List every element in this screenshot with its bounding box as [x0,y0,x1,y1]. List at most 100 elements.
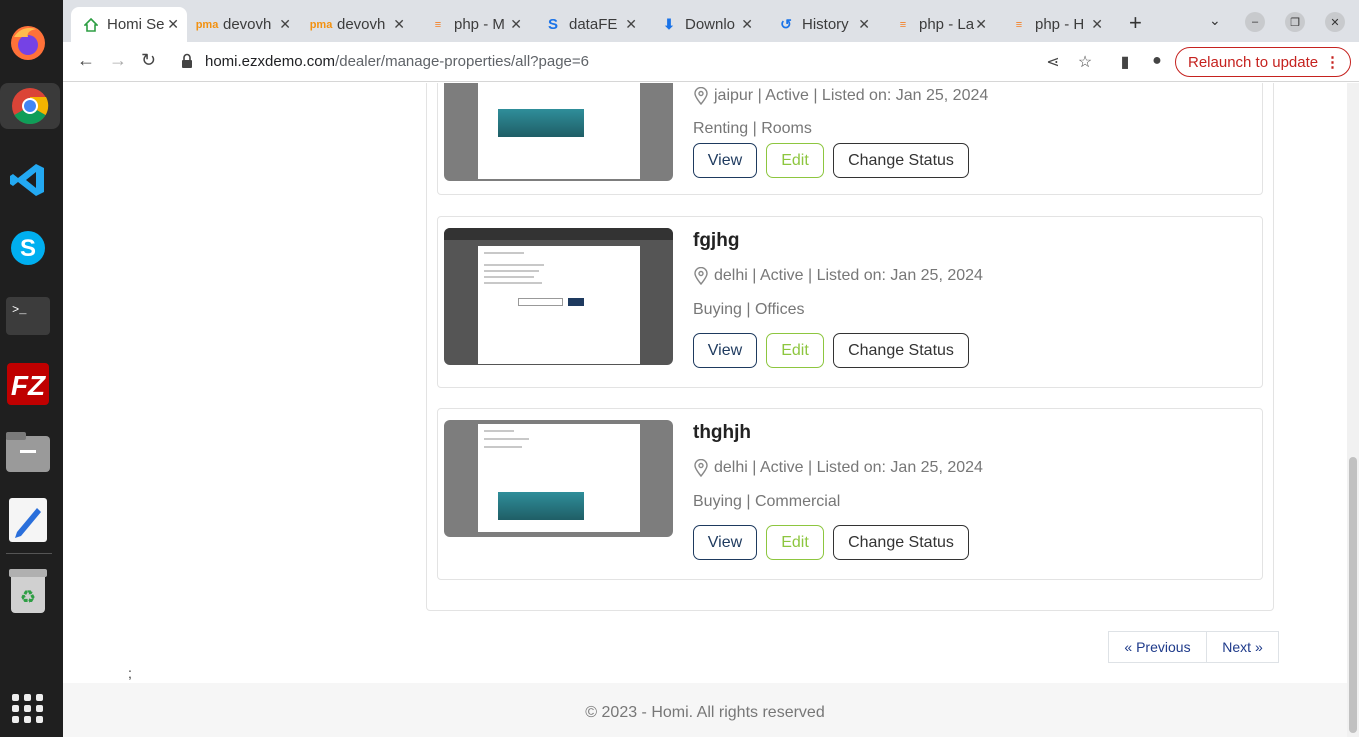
more-icon[interactable]: ⋮ [1325,53,1340,71]
text-editor-icon[interactable] [5,497,51,543]
download-icon: ⬇ [663,16,675,32]
side-panel-icon[interactable]: ▮ [1115,52,1135,72]
close-icon[interactable]: ✕ [393,16,405,33]
tab-title: dataFE [569,16,618,33]
property-thumbnail[interactable] [444,228,673,365]
tab-title: php - La [919,16,975,33]
files-icon[interactable] [5,429,51,475]
svg-text:S: S [20,235,36,262]
property-type: Buying | Commercial [693,493,841,510]
relaunch-button[interactable]: Relaunch to update ⋮ [1175,47,1351,77]
property-type: Buying | Offices [693,301,805,318]
edit-button[interactable]: Edit [766,143,824,178]
tab-devovh-1[interactable]: pma devovh ✕ [187,7,299,42]
location-pin-icon [694,87,708,105]
lock-icon[interactable] [181,53,193,69]
filezilla-icon[interactable]: FZ [5,361,51,407]
minimize-icon[interactable]: – [1245,12,1265,32]
address-bar[interactable]: homi.ezxdemo.com/dealer/manage-propertie… [205,53,589,70]
property-title[interactable]: thghjh [693,422,751,444]
profile-icon[interactable]: ● [1147,52,1167,72]
edit-button[interactable]: Edit [766,525,824,560]
forward-icon[interactable]: → [109,50,127,71]
tab-history[interactable]: ↺ History ✕ [766,7,878,42]
tab-title: devovh [337,16,386,33]
stackoverflow-icon: ≡ [1015,18,1023,31]
s-icon: S [547,16,558,33]
svg-text:♻: ♻ [20,587,36,607]
change-status-button[interactable]: Change Status [833,333,969,368]
browser-tab-strip: Homi Se ✕ pma devovh ✕ pma devovh ✕ ≡ ph… [63,0,1359,42]
stray-text: ; [128,665,132,681]
new-tab-button[interactable]: + [1129,10,1142,36]
reload-icon[interactable]: ↻ [141,50,156,71]
next-page-link[interactable]: Next » [1206,631,1279,663]
tab-downloads[interactable]: ⬇ Downlo ✕ [649,7,761,42]
tab-title: php - H [1035,16,1085,33]
dock-separator [6,553,52,554]
property-title[interactable]: fgjhg [693,230,739,252]
close-icon[interactable]: ✕ [975,16,987,33]
close-icon[interactable]: ✕ [625,16,637,33]
location-pin-icon [694,459,708,477]
stackoverflow-icon: ≡ [434,18,442,31]
tab-title: History [802,16,849,33]
close-icon[interactable]: ✕ [741,16,753,33]
view-button[interactable]: View [693,143,757,178]
chrome-icon[interactable] [0,83,60,129]
tab-php-1[interactable]: ≡ php - M ✕ [418,7,530,42]
chevron-down-icon[interactable]: ⌄ [1209,12,1221,29]
tab-datafe[interactable]: S dataFE ✕ [533,7,645,42]
scrollbar-thumb[interactable] [1349,457,1357,733]
tab-title: devovh [223,16,272,33]
property-thumbnail[interactable] [444,420,673,537]
edit-button[interactable]: Edit [766,333,824,368]
close-icon[interactable]: ✕ [167,16,179,33]
tab-homi[interactable]: Homi Se ✕ [71,7,187,42]
vscode-icon[interactable] [5,157,51,203]
property-meta-text: delhi | Active | Listed on: Jan 25, 2024 [714,267,983,284]
home-icon [83,17,99,33]
back-icon[interactable]: ← [77,50,95,71]
change-status-button[interactable]: Change Status [833,525,969,560]
restore-icon[interactable]: ❐ [1285,12,1305,32]
star-icon[interactable]: ☆ [1075,52,1095,72]
previous-page-link[interactable]: « Previous [1108,631,1207,663]
skype-icon[interactable]: S [5,225,51,271]
page-viewport: jaipur | Active | Listed on: Jan 25, 202… [63,83,1347,737]
close-icon[interactable]: ✕ [1091,16,1103,33]
view-button[interactable]: View [693,333,757,368]
close-window-icon[interactable]: ✕ [1325,12,1345,32]
tab-title: Homi Se [107,16,165,33]
share-icon[interactable]: ⋖ [1043,52,1063,72]
trash-icon[interactable]: ♻ [5,568,51,614]
tab-title: php - M [454,16,505,33]
close-icon[interactable]: ✕ [510,16,522,33]
relaunch-label: Relaunch to update [1188,53,1319,71]
svg-text:FZ: FZ [11,370,46,401]
change-status-button[interactable]: Change Status [833,143,969,178]
property-meta-text: delhi | Active | Listed on: Jan 25, 2024 [714,459,983,476]
property-meta: delhi | Active | Listed on: Jan 25, 2024 [693,459,983,477]
view-button[interactable]: View [693,525,757,560]
terminal-icon[interactable]: >_ [5,293,51,339]
close-icon[interactable]: ✕ [858,16,870,33]
tab-php-2[interactable]: ≡ php - La ✕ [883,7,995,42]
location-pin-icon [694,267,708,285]
property-thumbnail[interactable] [444,83,673,181]
ubuntu-dock: S >_ FZ ♻ [0,0,63,737]
browser-toolbar: ← → ↻ homi.ezxdemo.com/dealer/manage-pro… [63,42,1359,82]
tab-devovh-2[interactable]: pma devovh ✕ [301,7,413,42]
page-scrollbar[interactable] [1347,83,1359,737]
close-icon[interactable]: ✕ [279,16,291,33]
stackoverflow-icon: ≡ [899,18,907,31]
history-icon: ↺ [780,16,792,32]
url-path: /dealer/manage-properties/all?page=6 [335,53,589,70]
page-footer: © 2023 - Homi. All rights reserved [63,683,1347,737]
svg-text:>_: >_ [12,303,27,317]
footer-copyright: © 2023 - Homi. All rights reserved [585,704,825,721]
show-applications-icon[interactable] [10,690,46,726]
tab-php-3[interactable]: ≡ php - H ✕ [999,7,1111,42]
property-meta-text: jaipur | Active | Listed on: Jan 25, 202… [714,87,989,104]
firefox-icon[interactable] [5,20,51,66]
